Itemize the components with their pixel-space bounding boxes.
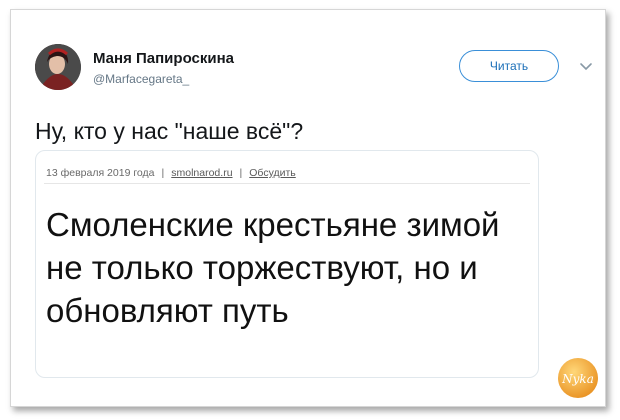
article-headline: Смоленские крестьяне зимой не только тор… bbox=[46, 206, 500, 329]
author-handle[interactable]: @Marfacegareta_ bbox=[93, 72, 189, 86]
article-meta: 13 февраля 2019 года | smolnarod.ru | Обсуди… bbox=[46, 167, 296, 179]
avatar[interactable] bbox=[35, 44, 81, 90]
chevron-down-icon[interactable] bbox=[579, 62, 593, 72]
discuss-link[interactable]: Обсудить bbox=[249, 167, 296, 179]
meta-separator: | bbox=[161, 167, 165, 179]
watermark-text: Nyka bbox=[561, 372, 594, 386]
embedded-image-card[interactable]: 13 февраля 2019 года | smolnarod.ru | Обсуди… bbox=[35, 150, 539, 378]
source-link[interactable]: smolnarod.ru bbox=[171, 167, 232, 179]
author-name[interactable]: Маня Папироскина bbox=[93, 50, 234, 67]
watermark-logo: Nyka bbox=[558, 358, 598, 398]
article-date: 13 февраля 2019 года bbox=[46, 167, 155, 179]
follow-button[interactable]: Читать bbox=[459, 50, 559, 82]
tweet-card: Маня Папироскина @Marfacegareta_ Читать … bbox=[10, 9, 606, 407]
tweet-text: Ну, кто у нас "наше всё"? bbox=[35, 118, 304, 144]
meta-separator: | bbox=[239, 167, 243, 179]
meta-divider bbox=[44, 183, 530, 184]
